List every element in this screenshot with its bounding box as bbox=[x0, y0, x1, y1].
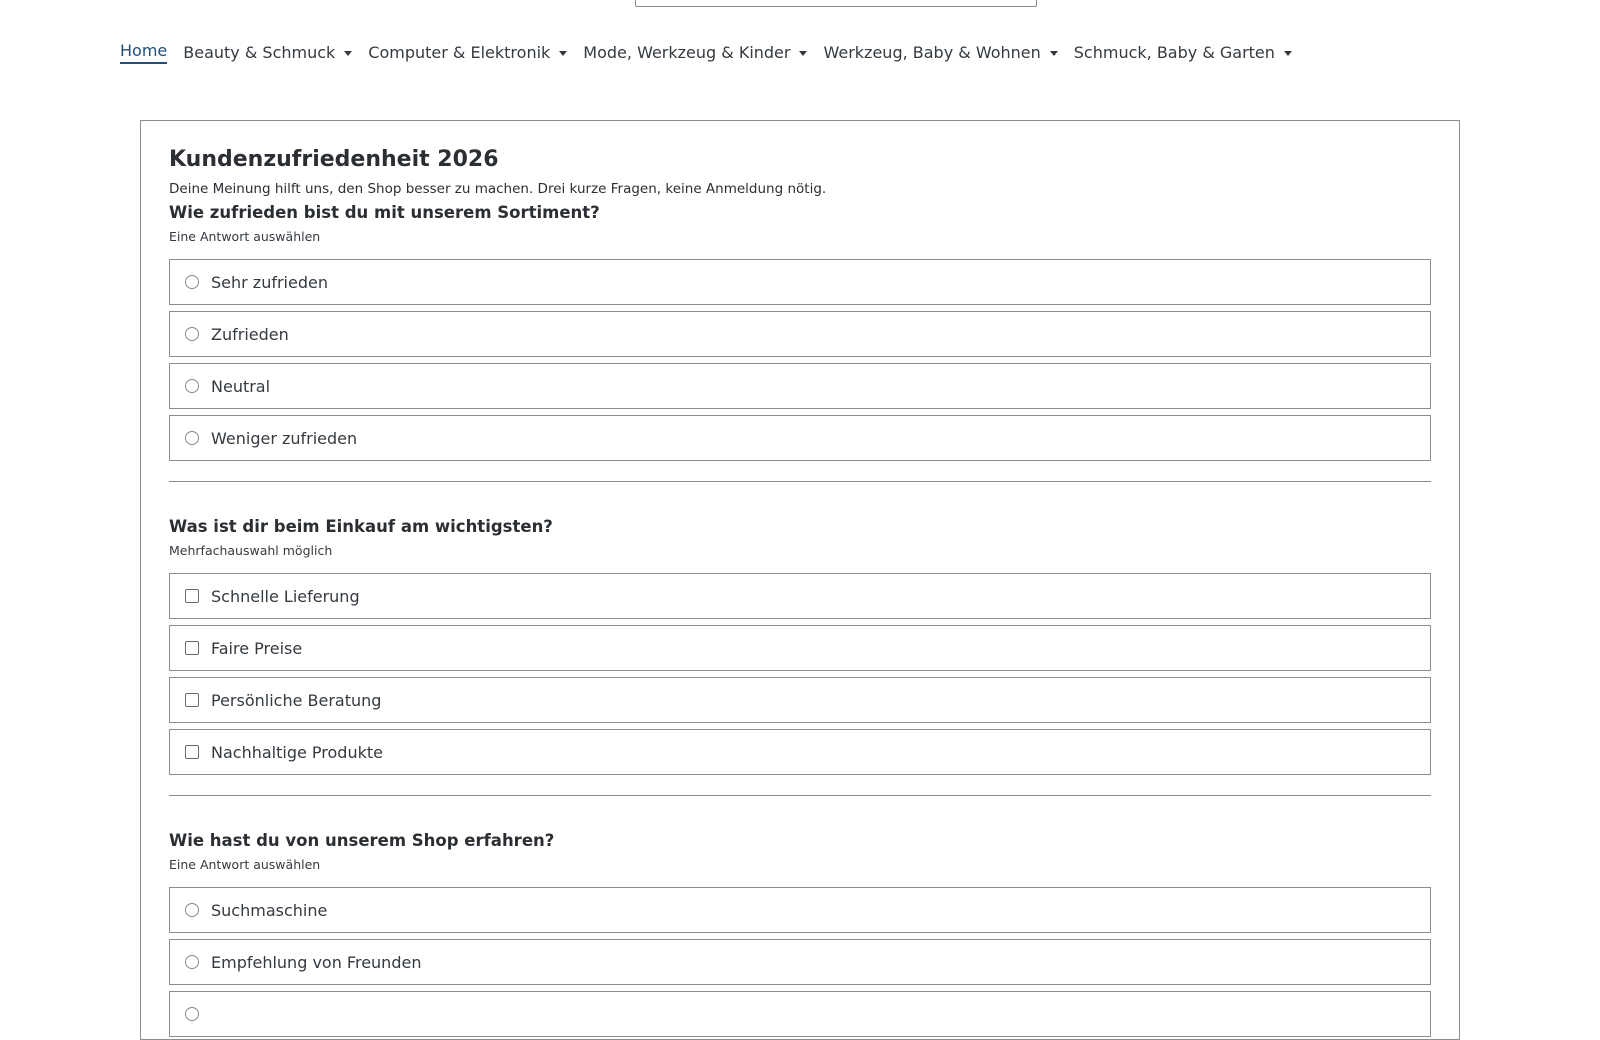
nav-item-mode-werkzeug-kinder[interactable]: Mode, Werkzeug & Kinder bbox=[575, 33, 815, 72]
option-label: Nachhaltige Produkte bbox=[211, 742, 383, 762]
nav-item-label: Home bbox=[120, 41, 168, 64]
radio-button[interactable] bbox=[185, 955, 199, 969]
nav-item-werkzeug-baby-wohnen[interactable]: Werkzeug, Baby & Wohnen bbox=[815, 33, 1065, 72]
option-empfehlung-von-freunden[interactable]: Empfehlung von Freunden bbox=[169, 939, 1431, 985]
nav-item-label: Computer & Elektronik bbox=[368, 42, 551, 62]
checkbox[interactable] bbox=[185, 745, 199, 759]
question-einkauf: Was ist dir beim Einkauf am wichtigsten?… bbox=[169, 516, 1431, 775]
option-label: Empfehlung von Freunden bbox=[211, 952, 422, 972]
nav-item-label: Schmuck, Baby & Garten bbox=[1073, 42, 1275, 62]
option-list: Suchmaschine Empfehlung von Freunden bbox=[169, 887, 1431, 1037]
option-suchmaschine[interactable]: Suchmaschine bbox=[169, 887, 1431, 933]
option-label: Persönliche Beratung bbox=[211, 690, 382, 710]
option-nachhaltige-produkte[interactable]: Nachhaltige Produkte bbox=[169, 729, 1431, 775]
survey-title: Kundenzufriedenheit 2026 bbox=[169, 147, 499, 172]
radio-button[interactable] bbox=[185, 903, 199, 917]
option-weniger-zufrieden[interactable]: Weniger zufrieden bbox=[169, 415, 1431, 461]
option-sehr-zufrieden[interactable]: Sehr zufrieden bbox=[169, 259, 1431, 305]
checkbox[interactable] bbox=[185, 693, 199, 707]
nav-item-label: Mode, Werkzeug & Kinder bbox=[583, 42, 791, 62]
survey-body: Kundenzufriedenheit 2026 Deine Meinung h… bbox=[141, 121, 1459, 1037]
option-label: Schnelle Lieferung bbox=[211, 586, 360, 606]
question-hint: Eine Antwort auswählen bbox=[169, 229, 321, 244]
caret-down-icon bbox=[799, 50, 808, 56]
option-label: Faire Preise bbox=[211, 638, 303, 658]
caret-down-icon bbox=[559, 50, 568, 56]
question-title: Was ist dir beim Einkauf am wichtigsten? bbox=[169, 517, 553, 536]
caret-down-icon bbox=[1283, 50, 1292, 56]
option-label: Sehr zufrieden bbox=[211, 272, 328, 292]
option-label: Weniger zufrieden bbox=[211, 428, 358, 448]
section-divider bbox=[169, 795, 1431, 796]
survey-intro: Deine Meinung hilft uns, den Shop besser… bbox=[169, 181, 827, 197]
radio-button[interactable] bbox=[185, 327, 199, 341]
option-partially-visible[interactable] bbox=[169, 991, 1431, 1037]
search-input[interactable] bbox=[635, 0, 1037, 7]
nav-item-label: Werkzeug, Baby & Wohnen bbox=[823, 42, 1041, 62]
nav-item-label: Beauty & Schmuck bbox=[183, 42, 336, 62]
option-persoenliche-beratung[interactable]: Persönliche Beratung bbox=[169, 677, 1431, 723]
nav-item-beauty-schmuck[interactable]: Beauty & Schmuck bbox=[175, 33, 360, 72]
question-hint: Eine Antwort auswählen bbox=[169, 857, 321, 872]
main-nav: Home Beauty & Schmuck Computer & Elektro… bbox=[120, 30, 1300, 74]
option-list: Schnelle Lieferung Faire Preise Persönli… bbox=[169, 573, 1431, 775]
option-schnelle-lieferung[interactable]: Schnelle Lieferung bbox=[169, 573, 1431, 619]
radio-button[interactable] bbox=[185, 431, 199, 445]
radio-button[interactable] bbox=[185, 1007, 199, 1021]
option-list: Sehr zufrieden Zufrieden Neutral Weniger… bbox=[169, 259, 1431, 461]
question-sortiment: Wie zufrieden bist du mit unserem Sortim… bbox=[169, 202, 1431, 461]
radio-button[interactable] bbox=[185, 379, 199, 393]
option-neutral[interactable]: Neutral bbox=[169, 363, 1431, 409]
checkbox[interactable] bbox=[185, 589, 199, 603]
option-faire-preise[interactable]: Faire Preise bbox=[169, 625, 1431, 671]
question-shop-erfahren: Wie hast du von unserem Shop erfahren? E… bbox=[169, 830, 1431, 1037]
caret-down-icon bbox=[1049, 50, 1058, 56]
nav-item-schmuck-baby-garten[interactable]: Schmuck, Baby & Garten bbox=[1066, 33, 1300, 72]
question-title: Wie zufrieden bist du mit unserem Sortim… bbox=[169, 203, 600, 222]
nav-item-home[interactable]: Home bbox=[120, 31, 175, 74]
option-label: Suchmaschine bbox=[211, 900, 328, 920]
question-hint: Mehrfachauswahl möglich bbox=[169, 543, 333, 558]
nav-item-computer-elektronik[interactable]: Computer & Elektronik bbox=[360, 33, 575, 72]
option-zufrieden[interactable]: Zufrieden bbox=[169, 311, 1431, 357]
question-title: Wie hast du von unserem Shop erfahren? bbox=[169, 831, 555, 850]
radio-button[interactable] bbox=[185, 275, 199, 289]
caret-down-icon bbox=[344, 50, 353, 56]
option-label: Zufrieden bbox=[211, 324, 289, 344]
checkbox[interactable] bbox=[185, 641, 199, 655]
option-label: Neutral bbox=[211, 376, 271, 396]
section-divider bbox=[169, 481, 1431, 482]
survey-card: Kundenzufriedenheit 2026 Deine Meinung h… bbox=[140, 120, 1460, 1040]
